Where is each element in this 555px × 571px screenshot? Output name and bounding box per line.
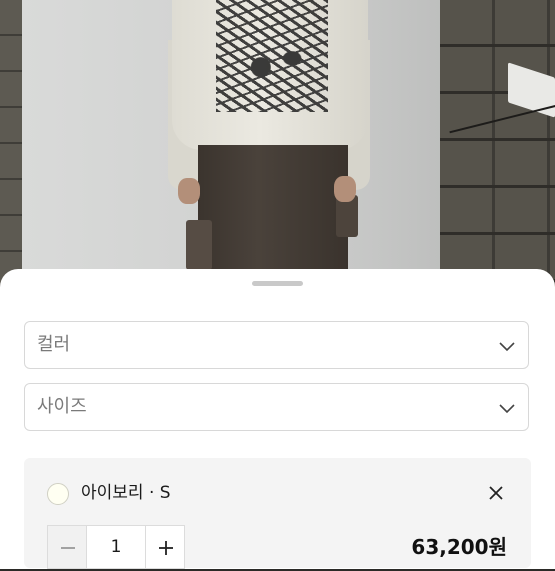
color-select-label: 컬러 [37, 334, 71, 355]
sweater-graphic [216, 0, 328, 112]
option-bottom-sheet: 컬러 사이즈 아이보리 · S 1 63,200원 [0, 269, 555, 569]
quantity-value[interactable]: 1 [87, 525, 145, 569]
hand-right [334, 176, 356, 202]
sheet-drag-handle[interactable] [252, 281, 303, 286]
decrease-quantity-button[interactable] [47, 525, 87, 569]
hand-left [178, 178, 200, 204]
cargo-pocket-left [186, 220, 212, 270]
increase-quantity-button[interactable] [145, 525, 185, 569]
product-photo [0, 0, 555, 300]
size-select-label: 사이즈 [37, 396, 87, 417]
color-swatch [47, 483, 69, 505]
brick-wall-right [440, 0, 555, 300]
minus-icon [61, 547, 75, 549]
brick-wall-left [0, 0, 22, 300]
option-price: 63,200원 [411, 535, 507, 559]
chevron-down-icon [499, 342, 515, 352]
plus-icon [159, 541, 173, 555]
chevron-down-icon [499, 404, 515, 414]
selected-option-name: 아이보리 · S [81, 483, 171, 503]
size-select[interactable]: 사이즈 [24, 383, 529, 431]
quantity-stepper: 1 [47, 525, 185, 571]
selected-option-card: 아이보리 · S 1 63,200원 [24, 458, 531, 571]
close-icon[interactable] [487, 484, 505, 502]
color-select[interactable]: 컬러 [24, 321, 529, 369]
